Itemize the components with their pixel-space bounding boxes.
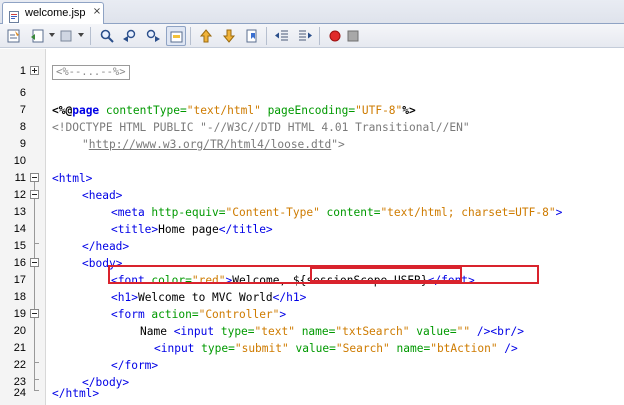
code-text: <meta http-equiv="Content-Type" content=… [111, 206, 563, 219]
code-line[interactable]: 7 <%@page contentType="text/html" pageEn… [0, 102, 624, 119]
code-text: <input type="submit" value="Search" name… [154, 342, 518, 355]
line-number: 18 [13, 291, 26, 303]
toolbar-separator [266, 27, 267, 45]
code-line[interactable]: 10 [0, 153, 624, 170]
find-selection-icon[interactable] [97, 26, 117, 46]
find-previous-icon[interactable] [120, 26, 140, 46]
line-number: 7 [19, 104, 26, 116]
code-line[interactable]: 24 </html> [0, 385, 624, 402]
dtd-link[interactable]: http://www.w3.org/TR/html4/loose.dtd [89, 138, 331, 151]
line-number: 19 [13, 308, 26, 320]
code-text: "http://www.w3.org/TR/html4/loose.dtd"> [82, 138, 345, 151]
code-text: <form action="Controller"> [111, 308, 287, 321]
editor-toolbar [0, 24, 624, 48]
line-number: 12 [13, 189, 26, 201]
code-line[interactable]: 11 <html> [0, 170, 624, 187]
toolbar-separator [319, 27, 320, 45]
toggle-highlight-icon[interactable] [166, 26, 186, 46]
expand-fold-icon[interactable] [30, 66, 39, 75]
code-text: <html> [52, 172, 93, 185]
record-macro-icon[interactable] [325, 26, 345, 46]
toolbar-separator [190, 27, 191, 45]
line-number: 24 [13, 387, 26, 399]
code-line[interactable]: 21 <input type="submit" value="Search" n… [0, 340, 624, 357]
stop-macro-icon[interactable] [343, 26, 363, 46]
code-text: <!DOCTYPE HTML PUBLIC "-//W3C//DTD HTML … [52, 121, 470, 134]
line-number: 13 [13, 206, 26, 218]
tab-welcome-jsp[interactable]: welcome.jsp × [2, 2, 104, 25]
line-number: 21 [13, 342, 26, 354]
collapse-fold-icon[interactable] [30, 173, 39, 182]
previous-bookmark-icon[interactable] [196, 26, 216, 46]
highlight-box-el-expression [310, 267, 462, 282]
code-line[interactable]: 9 "http://www.w3.org/TR/html4/loose.dtd"… [0, 136, 624, 153]
collapsed-comment[interactable]: <%--...--%> [52, 65, 130, 80]
code-line[interactable]: 12 <head> [0, 187, 624, 204]
code-text: </head> [82, 240, 130, 253]
shift-left-icon[interactable] [272, 26, 292, 46]
forward-icon[interactable] [57, 26, 77, 46]
line-number: 22 [13, 359, 26, 371]
code-line[interactable]: 15 </head> [0, 238, 624, 255]
shift-right-icon[interactable] [295, 26, 315, 46]
code-editor[interactable]: 1 <%--...--%> 6 7 <%@page contentType="t… [0, 49, 624, 405]
line-number: 1 [19, 65, 26, 77]
last-edit-icon[interactable] [4, 26, 24, 46]
line-number: 8 [19, 121, 26, 133]
line-number: 16 [13, 257, 26, 269]
collapse-fold-icon[interactable] [30, 258, 39, 267]
tab-label: welcome.jsp [25, 7, 86, 19]
line-number: 14 [13, 223, 26, 235]
line-number: 15 [13, 240, 26, 252]
code-line[interactable]: 14 <title>Home page</title> [0, 221, 624, 238]
forward-dropdown-icon[interactable] [78, 33, 84, 37]
code-text: Name <input type="text" name="txtSearch"… [140, 325, 525, 338]
toggle-bookmark-icon[interactable] [242, 26, 262, 46]
jsp-file-icon [8, 8, 20, 23]
collapse-fold-icon[interactable] [30, 309, 39, 318]
code-text: </html> [52, 387, 100, 400]
code-line[interactable]: 20 Name <input type="text" name="txtSear… [0, 323, 624, 340]
line-number: 10 [13, 155, 26, 167]
code-line[interactable]: 19 <form action="Controller"> [0, 306, 624, 323]
line-number: 11 [14, 172, 26, 184]
line-number: 17 [13, 274, 26, 286]
collapse-fold-icon[interactable] [30, 190, 39, 199]
code-line[interactable]: 22 </form> [0, 357, 624, 374]
line-number: 6 [19, 87, 26, 99]
toolbar-separator [90, 27, 91, 45]
code-line[interactable]: 8 <!DOCTYPE HTML PUBLIC "-//W3C//DTD HTM… [0, 119, 624, 136]
code-line[interactable]: 18 <h1>Welcome to MVC World</h1> [0, 289, 624, 306]
code-line[interactable]: 6 [0, 85, 624, 102]
code-text: <h1>Welcome to MVC World</h1> [111, 291, 307, 304]
find-next-icon[interactable] [143, 26, 163, 46]
code-text: <%@page contentType="text/html" pageEnco… [52, 104, 416, 117]
back-icon[interactable] [28, 26, 48, 46]
line-number: 9 [19, 138, 26, 150]
code-text: <title>Home page</title> [111, 223, 273, 236]
next-bookmark-icon[interactable] [219, 26, 239, 46]
code-line[interactable]: 1 <%--...--%> [0, 63, 624, 80]
back-dropdown-icon[interactable] [49, 33, 55, 37]
line-number: 20 [13, 325, 26, 337]
close-tab-icon[interactable]: × [91, 6, 103, 18]
code-text: </form> [111, 359, 159, 372]
code-text: <head> [82, 189, 123, 202]
code-line[interactable]: 13 <meta http-equiv="Content-Type" conte… [0, 204, 624, 221]
editor-tab-bar: welcome.jsp × [0, 0, 624, 25]
